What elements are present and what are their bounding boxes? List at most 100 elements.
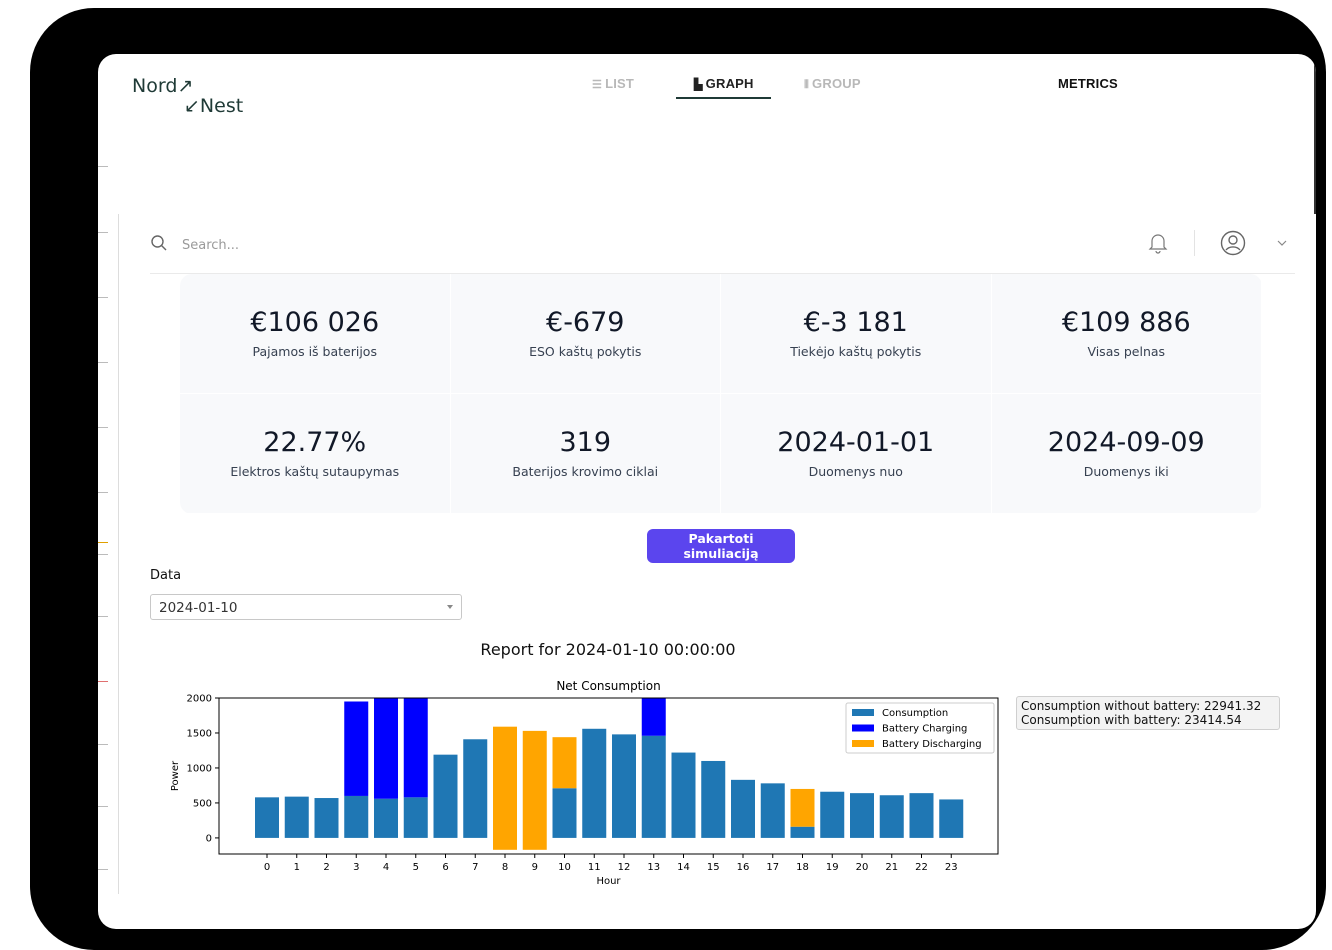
app-screen: Nord↗ ↙Nest ☰ LIST ▙ GRAPH ⦀ GROUP METRICS <box>98 54 1316 929</box>
x-tick-label: 6 <box>442 862 448 873</box>
consumption-without-battery: Consumption without battery: 22941.32 <box>1021 699 1262 713</box>
nav-tab-graph[interactable]: ▙ GRAPH <box>694 76 754 91</box>
x-tick-label: 21 <box>885 862 898 873</box>
chevron-down-icon[interactable] <box>1276 238 1288 248</box>
nav-tab-metrics[interactable]: METRICS <box>1058 76 1118 91</box>
bar-battery-discharging <box>493 726 517 850</box>
date-select[interactable]: 2024-01-10 <box>150 594 462 620</box>
legend-swatch <box>852 709 874 716</box>
bar-battery-charging <box>403 698 428 798</box>
bar-consumption <box>612 734 636 838</box>
metric-value: €-3 181 <box>803 307 908 338</box>
metric-label: Baterijos krovimo ciklai <box>512 464 659 479</box>
metric-label: Tiekėjo kaštų pokytis <box>790 344 922 359</box>
bar-battery-discharging <box>522 730 547 850</box>
metric-value: 2024-09-09 <box>1047 427 1205 458</box>
x-tick-label: 13 <box>647 862 660 873</box>
metric-label: Duomenys nuo <box>808 464 903 479</box>
user-avatar-icon[interactable] <box>1220 230 1246 256</box>
bar-consumption <box>850 793 874 838</box>
bar-consumption <box>909 793 934 838</box>
x-tick-label: 1 <box>294 862 300 873</box>
y-axis-label: Power <box>170 760 181 791</box>
bar-consumption <box>374 798 398 838</box>
bar-battery-charging <box>641 698 666 736</box>
bar-consumption <box>552 788 577 838</box>
bar-consumption <box>671 752 696 838</box>
bar-consumption <box>582 728 607 838</box>
bar-consumption <box>314 798 339 838</box>
nav-tab-group[interactable]: ⦀ GROUP <box>804 76 861 92</box>
x-tick-label: 14 <box>677 862 690 873</box>
x-tick-label: 8 <box>502 862 508 873</box>
bar-chart-icon: ▙ <box>694 79 703 91</box>
metric-card-supplier-cost-change: €-3 181 Tiekėjo kaštų pokytis <box>721 274 992 394</box>
window-edge <box>1314 54 1316 214</box>
list-icon: ☰ <box>592 79 603 91</box>
date-select-value: 2024-01-10 <box>159 600 238 616</box>
legend-label: Battery Discharging <box>882 739 982 750</box>
device-frame: Nord↗ ↙Nest ☰ LIST ▙ GRAPH ⦀ GROUP METRICS <box>30 8 1326 950</box>
bar-consumption <box>731 779 755 838</box>
bar-consumption <box>701 760 726 838</box>
bar-consumption <box>284 796 309 838</box>
x-tick-label: 23 <box>945 862 958 873</box>
x-tick-label: 16 <box>737 862 750 873</box>
y-tick-label: 1500 <box>187 728 212 739</box>
bar-consumption <box>463 739 488 838</box>
metric-card-cost-savings: 22.77% Elektros kaštų sutaupymas <box>180 394 451 514</box>
consumption-with-battery: Consumption with battery: 23414.54 <box>1021 713 1242 727</box>
x-tick-label: 17 <box>766 862 779 873</box>
bar-consumption <box>939 799 964 838</box>
chart-title: Net Consumption <box>556 679 660 693</box>
x-tick-label: 19 <box>826 862 839 873</box>
x-tick-label: 11 <box>588 862 601 873</box>
search-input[interactable] <box>180 234 584 256</box>
x-tick-label: 15 <box>707 862 720 873</box>
bar-consumption <box>879 795 904 838</box>
consumption-summary-box: Consumption without battery: 22941.32 Co… <box>1016 696 1280 730</box>
bar-consumption <box>433 754 458 838</box>
bar-battery-discharging <box>552 737 577 789</box>
nav-tab-list[interactable]: ☰ LIST <box>592 76 634 91</box>
nordnest-logo[interactable]: Nord↗ ↙Nest <box>132 76 243 116</box>
y-tick-label: 500 <box>193 798 212 809</box>
x-tick-label: 22 <box>915 862 928 873</box>
x-tick-label: 7 <box>472 862 478 873</box>
dropdown-caret-icon <box>447 605 453 609</box>
metric-label: Duomenys iki <box>1083 464 1169 479</box>
x-tick-label: 4 <box>383 862 389 873</box>
bar-consumption <box>344 795 369 838</box>
metric-value: €106 026 <box>250 307 380 338</box>
date-filter-label: Data <box>150 568 182 583</box>
metric-card-data-to: 2024-09-09 Duomenys iki <box>991 394 1262 514</box>
bar-consumption <box>790 826 815 838</box>
rerun-simulation-button[interactable]: Pakartoti simuliaciją <box>647 529 795 563</box>
active-tab-indicator <box>676 97 771 99</box>
legend-label: Battery Charging <box>882 724 967 735</box>
metric-card-data-from: 2024-01-01 Duomenys nuo <box>721 394 992 514</box>
metric-card-battery-income: €106 026 Pajamos iš baterijos <box>180 274 451 394</box>
x-tick-label: 20 <box>856 862 869 873</box>
content-border <box>118 214 119 894</box>
legend-label: Consumption <box>882 708 948 719</box>
bell-icon[interactable] <box>1148 232 1168 254</box>
bar-battery-discharging <box>790 788 815 827</box>
x-tick-label: 0 <box>264 862 270 873</box>
bar-battery-charging <box>374 698 398 799</box>
search-icon <box>151 235 167 251</box>
header-divider <box>1194 230 1195 256</box>
metric-card-total-profit: €109 886 Visas pelnas <box>991 274 1262 394</box>
x-tick-label: 12 <box>618 862 631 873</box>
y-tick-label: 1000 <box>187 763 212 774</box>
x-tick-label: 3 <box>353 862 359 873</box>
net-consumption-chart: Net Consumption05001000150020000 1 2 3 4 5 6 7 8… <box>170 679 999 887</box>
columns-icon: ⦀ <box>804 79 810 91</box>
bar-consumption <box>403 797 428 838</box>
metric-value: 319 <box>559 427 612 458</box>
bar-consumption <box>760 783 785 838</box>
legend-swatch <box>852 724 874 732</box>
metric-value: 2024-01-01 <box>777 427 935 458</box>
metric-card-charge-cycles: 319 Baterijos krovimo ciklai <box>450 394 721 514</box>
legend-swatch <box>852 740 874 747</box>
